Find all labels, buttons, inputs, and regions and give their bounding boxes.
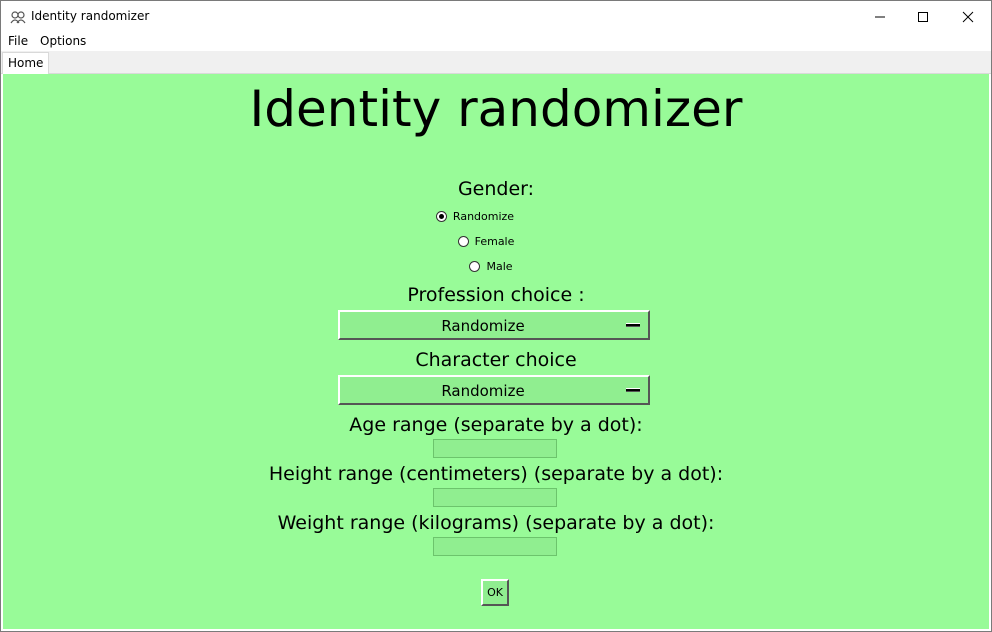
radio-label: Randomize: [452, 209, 515, 223]
character-dropdown[interactable]: Randomize: [338, 375, 650, 405]
height-input[interactable]: [433, 488, 557, 507]
maximize-icon: [918, 11, 928, 22]
menu-options[interactable]: Options: [40, 34, 86, 48]
ok-button[interactable]: OK: [481, 579, 509, 606]
app-window: Identity randomizer File Options Home Id…: [0, 0, 992, 632]
main-panel: Identity randomizer Gender: Randomize Fe…: [3, 74, 989, 629]
radio-selected-icon[interactable]: [435, 210, 447, 222]
radio-gender-randomize[interactable]: Randomize: [3, 208, 989, 224]
character-value: Randomize: [441, 382, 525, 400]
age-label: Age range (separate by a dot):: [349, 414, 643, 436]
app-icon: [10, 11, 26, 24]
profession-dropdown[interactable]: Randomize: [338, 310, 650, 340]
tab-strip: Home: [1, 51, 991, 74]
age-input[interactable]: [433, 439, 557, 458]
close-button[interactable]: [945, 1, 991, 32]
close-icon: [962, 11, 974, 22]
radio-unselected-icon[interactable]: [457, 235, 469, 247]
character-label: Character choice: [415, 349, 577, 371]
radio-label: Male: [486, 259, 513, 273]
title-bar[interactable]: Identity randomizer: [1, 1, 991, 32]
radio-gender-female[interactable]: Female: [3, 233, 989, 249]
profession-value: Randomize: [441, 317, 525, 335]
height-label: Height range (centimeters) (separate by …: [268, 463, 724, 485]
dropdown-indicator-icon: [626, 388, 640, 391]
window-title: Identity randomizer: [31, 9, 150, 23]
radio-gender-male[interactable]: Male: [3, 258, 989, 274]
gender-label: Gender:: [457, 178, 535, 200]
tab-home[interactable]: Home: [2, 52, 50, 74]
weight-label: Weight range (kilograms) (separate by a …: [277, 512, 715, 534]
weight-input[interactable]: [433, 537, 557, 556]
maximize-button[interactable]: [900, 1, 946, 32]
radio-label: Female: [474, 234, 515, 248]
minimize-icon: [875, 16, 885, 17]
page-title: Identity randomizer: [249, 80, 743, 138]
radio-unselected-icon[interactable]: [469, 260, 481, 272]
minimize-button[interactable]: [857, 1, 903, 32]
menu-file[interactable]: File: [8, 34, 28, 48]
profession-label: Profession choice :: [407, 284, 585, 306]
dropdown-indicator-icon: [626, 323, 640, 326]
menu-bar: File Options: [1, 32, 991, 51]
